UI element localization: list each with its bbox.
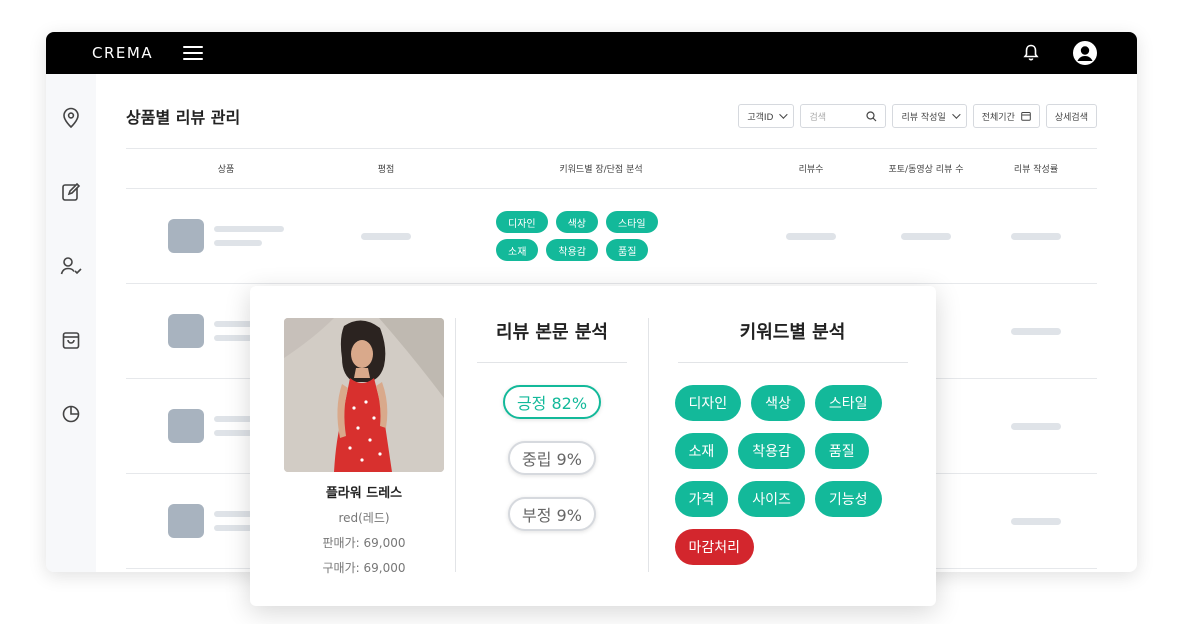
placeholder-line [214, 226, 284, 232]
location-icon[interactable] [57, 104, 85, 132]
placeholder-bar [361, 232, 411, 240]
product-name: 플라워 드레스 [325, 486, 403, 501]
sidebar [46, 74, 96, 572]
keyword-chip[interactable]: 사이즈 [738, 481, 805, 517]
bell-icon[interactable] [1023, 44, 1039, 62]
keyword-chip-group: 디자인 색상 스타일 소재 착용감 품질 가격 사이즈 기능성 마감처리 [674, 385, 911, 565]
keyword-chip[interactable]: 스타일 [606, 211, 658, 233]
user-avatar-icon[interactable] [1073, 41, 1097, 65]
user-check-icon[interactable] [57, 252, 85, 280]
keyword-chip[interactable]: 스타일 [814, 385, 882, 421]
keyword-chip[interactable]: 소재 [496, 239, 539, 261]
neutral-sentiment-badge[interactable]: 중립 9% [508, 441, 596, 475]
keyword-chip[interactable]: 착용감 [738, 433, 805, 469]
review-analysis-column: 리뷰 본문 분석 긍정 82% 중립 9% 부정 9% [456, 286, 648, 606]
search-input[interactable]: 검색 [800, 104, 887, 128]
date-type-label: 리뷰 작성일 [901, 112, 946, 123]
table-header: 상품 평점 키워드별 장/단점 분석 리뷰수 포토/동영상 리뷰 수 리뷰 작성… [126, 149, 1097, 189]
keyword-analysis-column: 키워드별 분석 디자인 색상 스타일 소재 착용감 품질 가격 사이즈 기능성 … [649, 286, 936, 606]
placeholder-bar [1011, 327, 1061, 335]
placeholder-bar [786, 232, 836, 240]
product-thumbnail [168, 504, 204, 538]
header-photo-review-count[interactable]: 포토/동영상 리뷰 수 [866, 162, 986, 175]
keyword-analysis-title: 키워드별 분석 [739, 322, 846, 343]
review-analysis-title: 리뷰 본문 분석 [496, 322, 608, 343]
crema-logo[interactable]: CREMA [92, 44, 153, 62]
keyword-chip[interactable]: 가격 [674, 481, 729, 517]
positive-sentiment-badge[interactable]: 긍정 82% [502, 385, 602, 419]
keyword-chip[interactable]: 소재 [674, 433, 729, 469]
product-thumbnail [168, 314, 204, 348]
header-keyword-analysis[interactable]: 키워드별 장/단점 분석 [446, 162, 756, 175]
menu-icon[interactable] [183, 46, 204, 60]
top-bar: CREMA [46, 32, 1137, 74]
review-analysis-card: 플라워 드레스 red(레드) 판매가: 69,000 구매가: 69,000 … [250, 286, 936, 606]
product-photo [284, 318, 444, 472]
placeholder-bar [1011, 232, 1061, 240]
keyword-chip[interactable]: 색상 [555, 211, 599, 233]
negative-sentiment-badge[interactable]: 부정 9% [508, 497, 596, 531]
table-row[interactable]: 디자인 색상 스타일 소재 착용감 품질 [126, 189, 1097, 284]
placeholder-bar [901, 232, 951, 240]
product-thumbnail [168, 219, 204, 253]
search-icon[interactable] [866, 110, 877, 122]
purchase-price: 구매가: 69,000 [322, 561, 406, 575]
page-title: 상품별 리뷰 관리 [126, 108, 241, 127]
keyword-chip[interactable]: 품질 [606, 239, 649, 261]
sale-price: 판매가: 69,000 [322, 536, 406, 550]
header-product[interactable]: 상품 [126, 162, 326, 175]
placeholder-bar [1011, 422, 1061, 430]
filter-bar: 고객ID 검색 리뷰 작성일 전체기간 상세검색 [738, 104, 1097, 128]
chevron-down-icon [951, 110, 961, 119]
period-button[interactable]: 전체기간 [972, 104, 1040, 128]
period-label: 전체기간 [981, 112, 1015, 123]
keyword-chip[interactable]: 품질 [814, 433, 869, 469]
date-type-select[interactable]: 리뷰 작성일 [892, 104, 967, 128]
header-review-rate[interactable]: 리뷰 작성률 [986, 162, 1086, 175]
shopping-bag-icon[interactable] [57, 326, 85, 354]
placeholder-line [214, 240, 262, 246]
edit-icon[interactable] [57, 178, 85, 206]
advanced-search-button[interactable]: 상세검색 [1045, 104, 1097, 128]
divider [477, 362, 627, 363]
customer-id-select[interactable]: 고객ID [738, 104, 795, 128]
customer-id-label: 고객ID [747, 112, 774, 123]
alert-keyword-chip[interactable]: 마감처리 [674, 529, 755, 565]
keyword-chip[interactable]: 색상 [751, 385, 805, 421]
search-placeholder: 검색 [809, 112, 827, 123]
keyword-chip[interactable]: 착용감 [546, 239, 599, 261]
placeholder-bar [1011, 517, 1061, 525]
keyword-chips: 디자인 색상 스타일 소재 착용감 품질 [496, 211, 706, 261]
pie-chart-icon[interactable] [57, 400, 85, 428]
product-info-column: 플라워 드레스 red(레드) 판매가: 69,000 구매가: 69,000 [250, 286, 455, 606]
keyword-chip[interactable]: 디자인 [496, 211, 548, 233]
keyword-chip[interactable]: 기능성 [814, 481, 882, 517]
chevron-down-icon [779, 110, 789, 119]
header-review-count[interactable]: 리뷰수 [756, 162, 866, 175]
divider [677, 362, 908, 363]
keyword-chip[interactable]: 디자인 [674, 385, 742, 421]
calendar-icon [1021, 112, 1031, 121]
header-rating[interactable]: 평점 [326, 162, 446, 175]
product-thumbnail [168, 409, 204, 443]
product-option: red(레드) [338, 511, 390, 525]
